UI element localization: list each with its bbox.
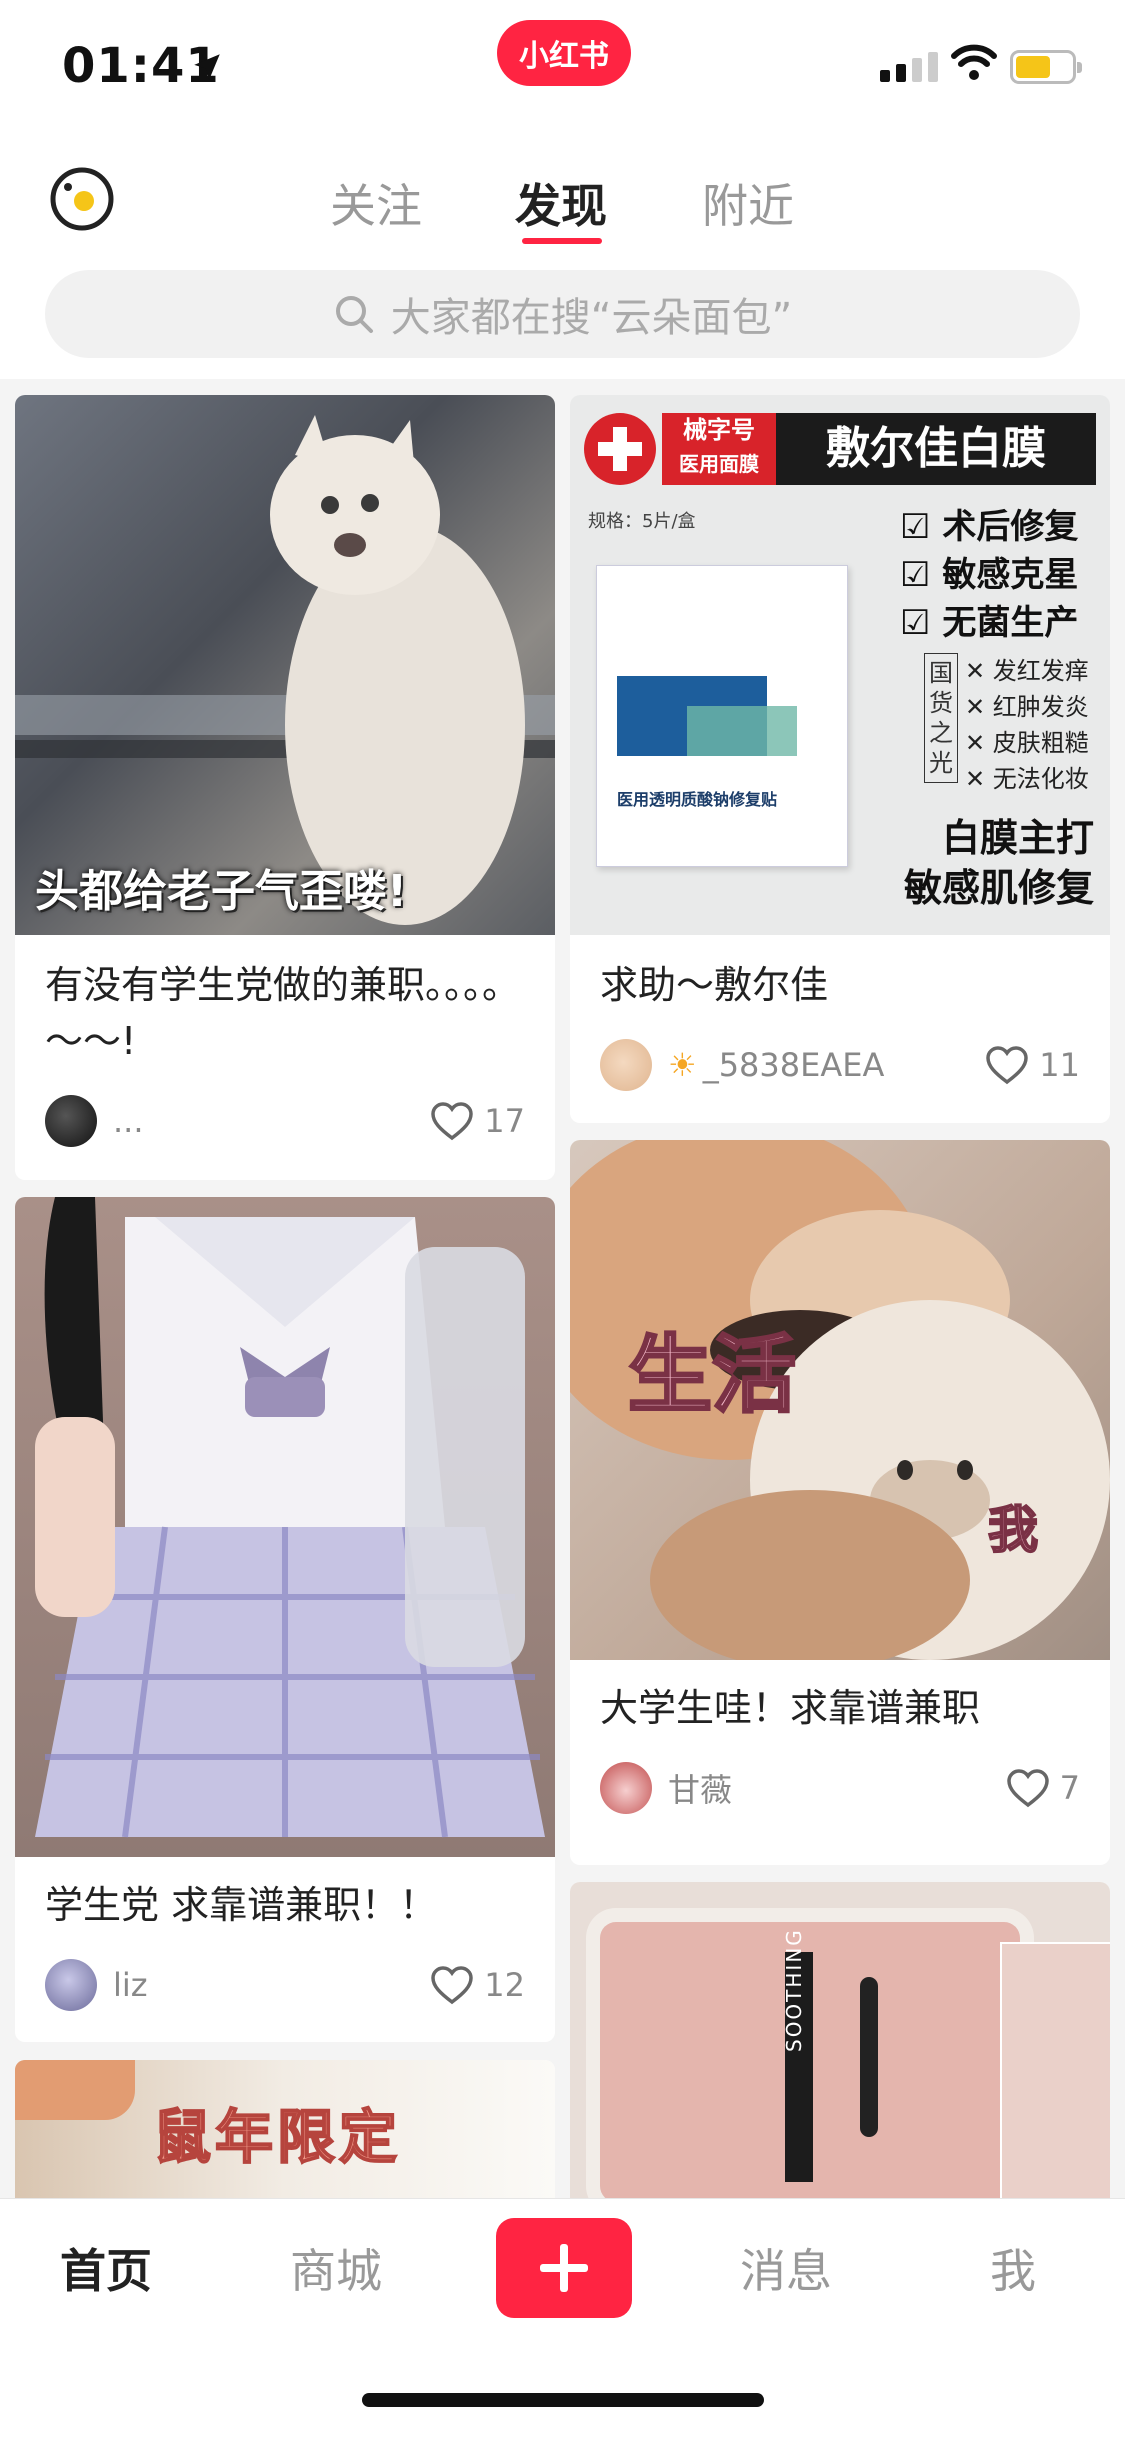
card-title: 有没有学生党做的兼职。。。。～～! <box>45 963 521 1063</box>
camera-icon[interactable] <box>48 165 116 233</box>
card-meta: 甘薇 7 <box>600 1762 1080 1814</box>
like-button[interactable]: 11 <box>985 1045 1080 1085</box>
tab-follow[interactable]: 关注 <box>330 170 422 236</box>
search-icon <box>335 296 373 333</box>
feed-card[interactable]: 学生党 求靠谱兼职！！ liz 12 <box>15 1197 555 2042</box>
location-arrow-icon <box>194 54 220 80</box>
meme-text-big: 生活 <box>626 1325 797 1426</box>
check-list: ☑ 术后修复 ☑ 敏感克星 ☑ 无菌生产 <box>900 507 1079 643</box>
badge-bottom: 医用面膜 <box>679 452 759 476</box>
plus-icon <box>540 2244 588 2292</box>
card-meta: liz 12 <box>45 1959 525 2011</box>
tab-discover[interactable]: 发现 <box>515 170 607 236</box>
nav-me[interactable]: 我 <box>990 2235 1036 2301</box>
card-image: SOOTHING <box>570 1882 1110 2198</box>
product-box: 医用透明质酸钠修复贴 <box>596 565 848 867</box>
nav-messages[interactable]: 消息 <box>740 2235 832 2301</box>
author-name: liz <box>113 1966 148 2004</box>
wifi-icon <box>951 44 997 80</box>
nav-home[interactable]: 首页 <box>60 2235 152 2301</box>
feed-card[interactable]: 头都给老子气歪喽! 有没有学生党做的兼职。。。。～～! ... 17 <box>15 395 555 1180</box>
avatar <box>45 1095 97 1147</box>
app-logo: 小红书 <box>497 20 631 86</box>
avatar <box>45 1959 97 2011</box>
search-bar[interactable]: 大家都在搜“云朵面包” <box>45 270 1080 358</box>
bottom-slogan: 白膜主打 敏感肌修复 <box>903 816 1094 910</box>
home-indicator <box>362 2393 764 2407</box>
author-name: ... <box>113 1102 144 1140</box>
feed-card[interactable]: 鼠年限定 <box>15 2060 555 2198</box>
nav-mall[interactable]: 商城 <box>290 2235 382 2301</box>
vertical-text: 国货之光 <box>924 653 958 783</box>
card-meta: ... 17 <box>45 1095 525 1147</box>
card-image: 生活 我 <box>570 1140 1110 1660</box>
spec-text: 规格：5片/盒 <box>588 511 696 532</box>
heart-icon <box>431 1966 474 2005</box>
like-button[interactable]: 17 <box>430 1101 525 1141</box>
medical-cross-icon <box>584 413 656 485</box>
tab-nearby[interactable]: 附近 <box>702 170 794 236</box>
card-image <box>15 1197 555 1857</box>
like-button[interactable]: 12 <box>430 1965 525 2005</box>
feed-card[interactable]: 械字号 医用面膜 敷尔佳白膜 规格：5片/盒 医用透明质酸钠修复贴 ☑ 术后修复… <box>570 395 1110 1123</box>
card-title: 学生党 求靠谱兼职！！ <box>45 1883 438 1927</box>
card-image: 械字号 医用面膜 敷尔佳白膜 规格：5片/盒 医用透明质酸钠修复贴 ☑ 术后修复… <box>570 395 1110 935</box>
vertical-product-text: SOOTHING <box>782 1928 806 2052</box>
author-name: _5838EAEA <box>702 1046 885 1084</box>
like-count: 11 <box>1039 1046 1080 1084</box>
active-tab-indicator <box>522 238 602 244</box>
card-title: 大学生哇！求靠谱兼职 <box>600 1686 981 1730</box>
badge-top: 械字号 <box>683 416 755 444</box>
heart-icon <box>431 1102 474 1141</box>
card-image: 鼠年限定 <box>15 2060 555 2198</box>
card-image: 头都给老子气歪喽! <box>15 395 555 935</box>
avatar <box>600 1039 652 1091</box>
avatar <box>600 1762 652 1814</box>
sun-icon: ☀ <box>668 1046 697 1084</box>
feed-card[interactable]: 生活 我 大学生哇！求靠谱兼职 甘薇 7 <box>570 1140 1110 1865</box>
banner-text: 鼠年限定 <box>152 2102 402 2172</box>
cellular-signal-icon <box>880 52 938 82</box>
like-count: 12 <box>484 1966 525 2004</box>
battery-icon <box>1010 50 1082 84</box>
card-meta: ☀ _5838EAEA 11 <box>600 1039 1080 1091</box>
like-count: 7 <box>1059 1769 1080 1807</box>
add-post-button[interactable] <box>496 2218 632 2318</box>
heart-icon <box>986 1046 1029 1085</box>
cross-list: ✕ 发红发痒 ✕ 红肿发炎 ✕ 皮肤粗糙 ✕ 无法化妆 <box>965 657 1089 793</box>
image-caption: 头都给老子气歪喽! <box>35 866 408 917</box>
like-count: 17 <box>484 1102 525 1140</box>
box-label: 医用透明质酸钠修复贴 <box>617 790 778 809</box>
card-title: 求助～敷尔佳 <box>600 963 829 1007</box>
meme-text-small: 我 <box>987 1500 1039 1560</box>
search-placeholder: 大家都在搜“云朵面包” <box>390 295 793 341</box>
like-button[interactable]: 7 <box>1006 1768 1080 1808</box>
feed-card[interactable]: SOOTHING <box>570 1882 1110 2198</box>
heart-icon <box>1006 1769 1049 1808</box>
product-title: 敷尔佳白膜 <box>776 413 1096 485</box>
author-name: 甘薇 <box>668 1771 733 1809</box>
